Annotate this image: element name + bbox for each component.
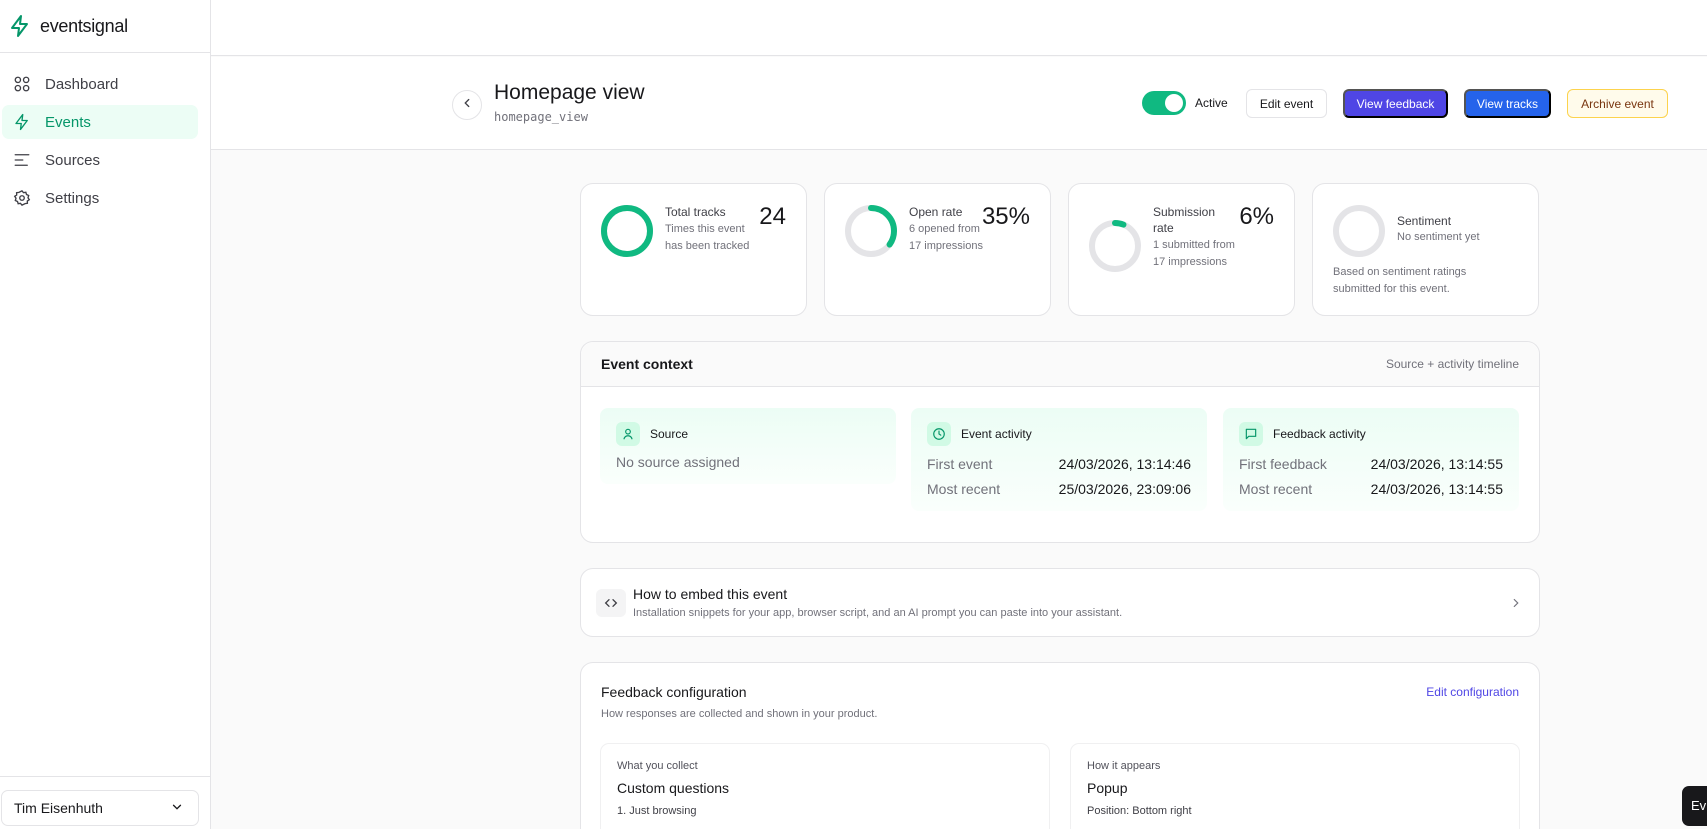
- section-title: Event context: [601, 356, 693, 372]
- row-value: 24/03/2026, 13:14:55: [1370, 481, 1503, 497]
- stat-note: Based on sentiment ratings submitted for…: [1333, 266, 1467, 295]
- clock-icon: [927, 422, 951, 446]
- embed-description: Installation snippets for your app, brow…: [633, 607, 1123, 619]
- stat-label: Total tracks: [665, 205, 726, 219]
- archive-event-button[interactable]: Archive event: [1567, 89, 1668, 118]
- chevron-down-icon: [170, 800, 184, 817]
- card-caption: How it appears: [1087, 760, 1161, 772]
- row-label: Most recent: [1239, 481, 1313, 497]
- view-tracks-button[interactable]: View tracks: [1464, 89, 1551, 118]
- section-description: How responses are collected and shown in…: [601, 708, 878, 720]
- feedback-configuration-panel: Feedback configuration How responses are…: [580, 662, 1540, 829]
- first-feedback-row: First feedback 24/03/2026, 13:14:55: [1239, 456, 1503, 472]
- row-value: 24/03/2026, 13:14:46: [1058, 456, 1191, 472]
- event-activity-card: Event activity First event 24/03/2026, 13…: [911, 408, 1207, 511]
- sidebar-item-sources[interactable]: Sources: [2, 143, 198, 177]
- edit-configuration-link[interactable]: Edit configuration: [1426, 685, 1519, 699]
- progress-ring: [1089, 220, 1141, 272]
- event-slug: homepage_view: [494, 110, 588, 124]
- most-recent-event-row: Most recent 25/03/2026, 23:09:06: [927, 481, 1191, 497]
- sidebar-item-label: Dashboard: [45, 75, 119, 93]
- top-bar: [211, 0, 1707, 56]
- position-text: Position: Bottom right: [1087, 805, 1192, 817]
- progress-ring: [601, 205, 653, 257]
- chevron-left-icon: [460, 96, 474, 115]
- chevron-right-icon: [1513, 598, 1519, 608]
- sidebar-item-label: Events: [45, 113, 91, 131]
- card-title: Feedback activity: [1273, 427, 1366, 441]
- event-header: Homepage view homepage_view Active Edit …: [211, 57, 1707, 150]
- stat-value: 24: [759, 203, 786, 230]
- event-context-panel: Event context Source + activity timeline…: [580, 341, 1540, 543]
- sidebar: eventsignal Dashboard Events Sources Set…: [0, 0, 211, 829]
- card-title: Event activity: [961, 427, 1032, 441]
- bolt-logo-icon: [8, 14, 32, 38]
- first-event-row: First event 24/03/2026, 13:14:46: [927, 456, 1191, 472]
- sidebar-item-label: Settings: [45, 189, 100, 207]
- appearance-card: How it appears Popup Position: Bottom ri…: [1070, 743, 1520, 829]
- stat-value: 6%: [1239, 203, 1274, 230]
- row-label: First feedback: [1239, 456, 1327, 472]
- floating-widget-button[interactable]: Ev: [1682, 786, 1707, 826]
- sidebar-nav: Dashboard Events Sources Settings: [0, 52, 210, 215]
- code-icon: [596, 589, 626, 617]
- source-empty-text: No source assigned: [616, 454, 740, 470]
- embed-instructions-row[interactable]: How to embed this event Installation sni…: [580, 568, 1540, 637]
- stat-card-sentiment: Sentiment No sentiment yet Based on sent…: [1312, 183, 1539, 316]
- stat-label: Open rate: [909, 205, 963, 219]
- row-value: 25/03/2026, 23:09:06: [1058, 481, 1191, 497]
- user-menu-button[interactable]: Tim Eisenhuth: [1, 790, 199, 826]
- source-card: Source No source assigned: [600, 408, 896, 484]
- feedback-activity-card: Feedback activity First feedback 24/03/20…: [1223, 408, 1519, 511]
- active-toggle[interactable]: [1142, 91, 1186, 115]
- question-item: 1. Just browsing: [617, 805, 697, 817]
- most-recent-feedback-row: Most recent 24/03/2026, 13:14:55: [1239, 481, 1503, 497]
- back-button[interactable]: [452, 90, 482, 120]
- sidebar-item-label: Sources: [45, 151, 101, 169]
- brand-name: eventsignal: [40, 15, 128, 36]
- section-subtitle: Source + activity timeline: [1385, 357, 1519, 371]
- card-value: Popup: [1087, 780, 1128, 796]
- edit-event-button[interactable]: Edit event: [1246, 89, 1327, 118]
- stat-subtext: Times this event has been tracked: [665, 223, 750, 252]
- collect-card: What you collect Custom questions 1. Jus…: [600, 743, 1050, 829]
- view-feedback-button[interactable]: View feedback: [1343, 89, 1448, 118]
- card-caption: What you collect: [617, 760, 698, 772]
- gear-icon: [13, 189, 31, 207]
- message-icon: [1239, 422, 1263, 446]
- progress-ring: [845, 205, 897, 257]
- card-value: Custom questions: [617, 780, 730, 796]
- stat-subtext: No sentiment yet: [1397, 231, 1480, 243]
- sidebar-item-settings[interactable]: Settings: [2, 181, 198, 215]
- page-title: Homepage view: [494, 81, 645, 104]
- stat-value: 35%: [981, 203, 1030, 230]
- row-value: 24/03/2026, 13:14:55: [1370, 456, 1503, 472]
- user-name: Tim Eisenhuth: [14, 800, 103, 816]
- stat-card-total-tracks: Total tracks Times this event has been t…: [580, 183, 807, 316]
- card-title: Source: [650, 427, 689, 441]
- stat-card-open-rate: Open rate 6 opened from 17 impressions 3…: [824, 183, 1051, 316]
- grid-icon: [13, 75, 31, 93]
- sidebar-item-dashboard[interactable]: Dashboard: [2, 67, 198, 101]
- user-section: Tim Eisenhuth: [0, 776, 211, 826]
- stat-label: Sentiment: [1397, 214, 1452, 228]
- section-title: Feedback configuration: [601, 684, 747, 700]
- progress-ring: [1333, 205, 1385, 257]
- event-context-header: Event context Source + activity timeline: [581, 342, 1539, 387]
- user-icon: [616, 422, 640, 446]
- bolt-icon: [13, 113, 31, 131]
- row-label: First event: [927, 456, 993, 472]
- embed-title: How to embed this event: [633, 586, 788, 602]
- active-label: Active: [1195, 96, 1228, 110]
- stat-subtext: 1 submitted from 17 impressions: [1153, 239, 1235, 268]
- lines-icon: [13, 151, 31, 169]
- sidebar-item-events[interactable]: Events: [2, 105, 198, 139]
- brand[interactable]: eventsignal: [0, 0, 210, 52]
- row-label: Most recent: [927, 481, 1001, 497]
- stat-label: Submission rate: [1153, 205, 1216, 235]
- stat-card-submission-rate: Submission rate 1 submitted from 17 impr…: [1068, 183, 1295, 316]
